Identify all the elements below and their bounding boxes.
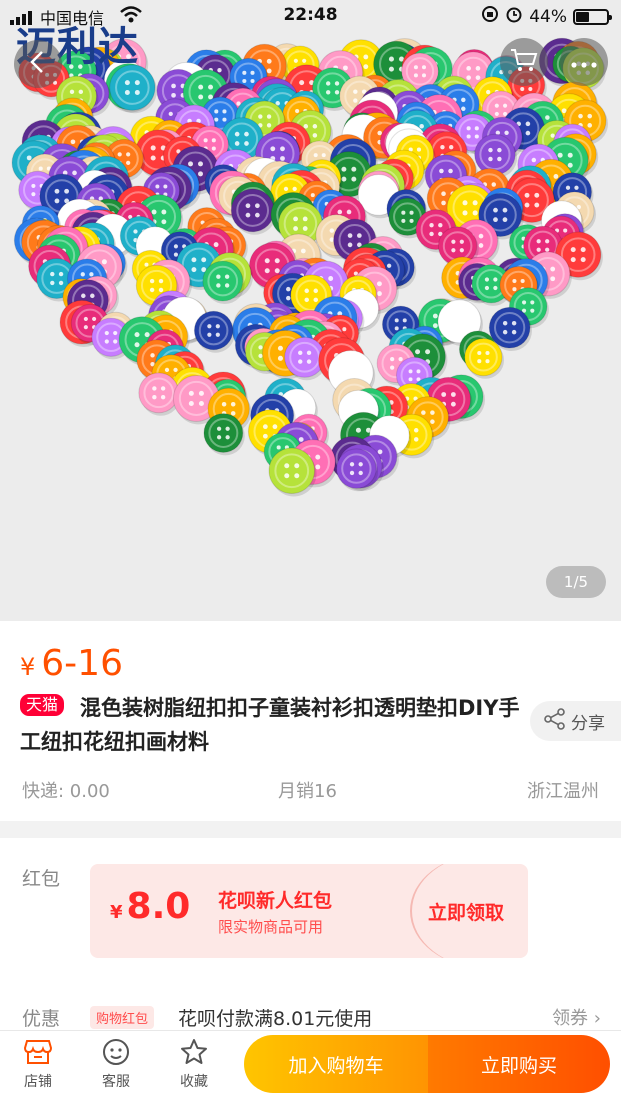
promotion-tag: 购物红包 bbox=[90, 1006, 155, 1029]
battery-level-fill bbox=[576, 11, 589, 22]
monthly-sales: 月销16 bbox=[278, 781, 337, 802]
product-title[interactable]: 混色装树脂纽扣扣子童装衬衫扣透明垫扣DIY手工纽扣花纽扣画材料 bbox=[20, 691, 520, 759]
more-dots-icon bbox=[571, 53, 597, 72]
share-label: 分享 bbox=[571, 713, 605, 734]
service-label: 客服 bbox=[102, 1074, 130, 1090]
shop-label: 店铺 bbox=[24, 1074, 52, 1090]
promotion-label: 优惠 bbox=[22, 1008, 61, 1030]
cart-button[interactable] bbox=[500, 38, 548, 86]
photo-button bbox=[193, 310, 235, 353]
coupon-condition: 限实物商品可用 bbox=[218, 918, 324, 936]
bottom-action-bar: 店铺 客服 收藏 加入购物车 立即购买 bbox=[0, 1030, 621, 1104]
coupon-value: 8.0 bbox=[126, 886, 191, 927]
coupon-amount: ¥8.0 bbox=[110, 886, 190, 927]
chevron-right-icon: › bbox=[593, 1008, 601, 1029]
customer-service-tab[interactable]: 客服 bbox=[86, 1037, 146, 1091]
more-button[interactable] bbox=[560, 38, 608, 86]
chevron-left-icon bbox=[28, 50, 48, 78]
coupon-currency: ¥ bbox=[110, 902, 123, 923]
rotation-lock-icon bbox=[481, 5, 499, 28]
star-icon bbox=[164, 1037, 224, 1069]
battery-icon bbox=[573, 8, 612, 25]
cart-icon bbox=[510, 47, 538, 77]
favorite-tab[interactable]: 收藏 bbox=[164, 1037, 224, 1091]
coupon-section: 红包 ¥8.0 花呗新人红包 限实物商品可用 立即领取 优惠 购物红包 花呗付款… bbox=[0, 838, 621, 1038]
promotion-text: 花呗付款满8.01元使用 bbox=[178, 1008, 373, 1030]
shop-icon bbox=[8, 1037, 68, 1069]
product-photo-buttons-heart bbox=[11, 37, 609, 497]
product-image-carousel[interactable]: 1/5 bbox=[0, 0, 621, 621]
share-button[interactable]: 分享 bbox=[530, 701, 621, 741]
price-range: 6-16 bbox=[41, 643, 123, 684]
battery-percent: 44% bbox=[529, 6, 567, 27]
tmall-badge: 天猫 bbox=[20, 694, 65, 716]
coupon-name: 花呗新人红包 bbox=[218, 890, 333, 912]
shipping-fee: 快递: 0.00 bbox=[22, 781, 110, 802]
back-button[interactable] bbox=[14, 40, 62, 88]
favorite-label: 收藏 bbox=[180, 1074, 208, 1090]
get-coupon-link[interactable]: 领券 › bbox=[552, 1004, 601, 1030]
add-to-cart-button[interactable]: 加入购物车 bbox=[244, 1035, 428, 1093]
red-packet-label: 红包 bbox=[22, 868, 61, 890]
alarm-icon bbox=[505, 5, 523, 28]
share-icon bbox=[544, 707, 566, 735]
price: ¥6-16 bbox=[20, 643, 123, 684]
claim-coupon-button[interactable]: 立即领取 bbox=[428, 898, 504, 925]
currency-symbol: ¥ bbox=[20, 653, 36, 681]
image-pager: 1/5 bbox=[546, 566, 606, 598]
product-info-panel: ¥6-16 混色装树脂纽扣扣子童装衬衫扣透明垫扣DIY手工纽扣花纽扣画材料 天猫… bbox=[0, 621, 621, 821]
buy-now-button[interactable]: 立即购买 bbox=[428, 1035, 610, 1093]
get-coupon-label: 领券 bbox=[552, 1008, 589, 1029]
service-face-icon bbox=[86, 1037, 146, 1069]
shop-tab[interactable]: 店铺 bbox=[8, 1037, 68, 1091]
ship-from-location: 浙江温州 bbox=[527, 781, 599, 802]
product-detail-screen: 1/5 中国电信 22:48 44% 迈利达 ¥ 6-16 混色装树脂纽扣扣子童… bbox=[0, 0, 621, 1104]
coupon-card[interactable]: ¥8.0 花呗新人红包 限实物商品可用 立即领取 bbox=[90, 864, 528, 958]
